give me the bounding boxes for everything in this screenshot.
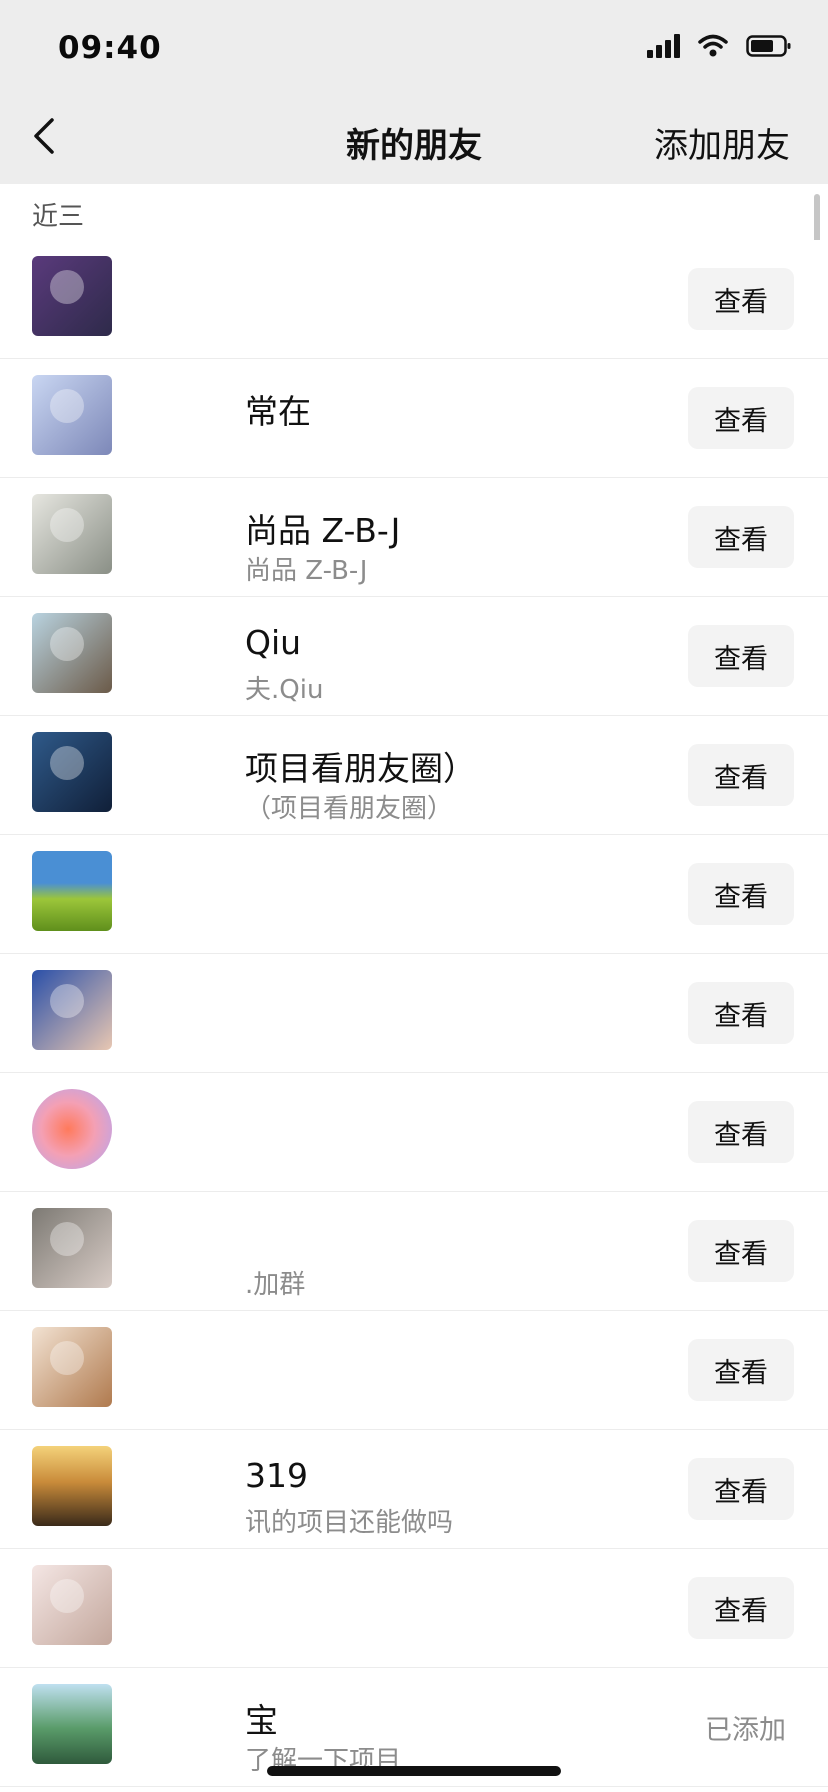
friend-name: Qiu: [245, 623, 302, 662]
redacted-area: [112, 240, 242, 358]
view-button[interactable]: 查看: [688, 863, 794, 925]
friend-name: 常在: [245, 392, 311, 431]
friend-name: 宝: [245, 1701, 278, 1740]
redacted-area: [112, 1311, 242, 1429]
friend-name: 项目看朋友圈）: [245, 749, 476, 788]
signal-icon: [647, 34, 680, 58]
redacted-area: [112, 1668, 242, 1786]
avatar: [32, 1565, 112, 1645]
avatar: [32, 1327, 112, 1407]
avatar: [32, 732, 112, 812]
view-button[interactable]: 查看: [688, 1101, 794, 1163]
friend-message: 讯的项目还能做吗: [245, 1508, 454, 1538]
status-bar: 09:40: [0, 0, 828, 80]
view-button[interactable]: 查看: [688, 1458, 794, 1520]
redacted-area: [112, 1549, 242, 1667]
list-item[interactable]: 查看: [0, 1073, 828, 1192]
avatar: [32, 1684, 112, 1764]
redacted-area: [112, 1430, 242, 1548]
list-item[interactable]: 尚品 Z-B-J 尚品 Z-B-J 查看: [0, 478, 828, 597]
view-button[interactable]: 查看: [688, 982, 794, 1044]
avatar: [32, 1089, 112, 1169]
avatar: [32, 851, 112, 931]
friend-message: 夫.Qiu: [245, 675, 324, 705]
avatar: [32, 494, 112, 574]
view-button[interactable]: 查看: [688, 506, 794, 568]
view-button[interactable]: 查看: [688, 387, 794, 449]
added-status: 已添加: [705, 1715, 786, 1746]
friend-message: （项目看朋友圈）: [245, 794, 454, 824]
redacted-area: [112, 835, 242, 953]
new-friends-screen: 09:40 新的朋友 添加朋友 近三 查看 常在 查看 尚品 Z-B-J 尚品 …: [0, 0, 828, 1792]
friend-request-list: 查看 常在 查看 尚品 Z-B-J 尚品 Z-B-J 查看 Qiu 夫.Qiu …: [0, 240, 828, 1787]
avatar: [32, 375, 112, 455]
redacted-area: [112, 1073, 242, 1191]
friend-name: 尚品 Z-B-J: [245, 511, 401, 550]
section-label: 近三: [32, 202, 85, 232]
view-button[interactable]: 查看: [688, 268, 794, 330]
avatar: [32, 256, 112, 336]
list-item[interactable]: 查看: [0, 954, 828, 1073]
battery-icon: [746, 35, 791, 57]
add-friend-button[interactable]: 添加朋友: [654, 118, 790, 167]
nav-bar: 新的朋友 添加朋友: [0, 80, 828, 184]
list-item[interactable]: 查看: [0, 835, 828, 954]
list-item[interactable]: .加群 查看: [0, 1192, 828, 1311]
wifi-icon: [698, 34, 728, 57]
list-item[interactable]: 319 讯的项目还能做吗 查看: [0, 1430, 828, 1549]
view-button[interactable]: 查看: [688, 1577, 794, 1639]
home-indicator[interactable]: [267, 1766, 561, 1776]
redacted-area: [112, 1192, 242, 1310]
list-item[interactable]: 查看: [0, 1311, 828, 1430]
friend-message: 尚品 Z-B-J: [245, 556, 368, 586]
list-item[interactable]: 查看: [0, 1549, 828, 1668]
redacted-area: [112, 359, 242, 477]
avatar: [32, 970, 112, 1050]
friend-name: 319: [245, 1456, 308, 1495]
redacted-area: [112, 716, 242, 834]
redacted-area: [112, 478, 242, 596]
redacted-area: [112, 954, 242, 1072]
section-header: 近三: [0, 184, 828, 241]
redacted-area: [112, 597, 242, 715]
friend-message: .加群: [245, 1270, 306, 1300]
list-item[interactable]: 常在 查看: [0, 359, 828, 478]
view-button[interactable]: 查看: [688, 1339, 794, 1401]
avatar: [32, 613, 112, 693]
view-button[interactable]: 查看: [688, 1220, 794, 1282]
list-item[interactable]: 查看: [0, 240, 828, 359]
list-item[interactable]: Qiu 夫.Qiu 查看: [0, 597, 828, 716]
list-item[interactable]: 项目看朋友圈） （项目看朋友圈） 查看: [0, 716, 828, 835]
avatar: [32, 1208, 112, 1288]
view-button[interactable]: 查看: [688, 625, 794, 687]
avatar: [32, 1446, 112, 1526]
view-button[interactable]: 查看: [688, 744, 794, 806]
status-time: 09:40: [58, 30, 162, 66]
status-icons: [647, 34, 792, 58]
